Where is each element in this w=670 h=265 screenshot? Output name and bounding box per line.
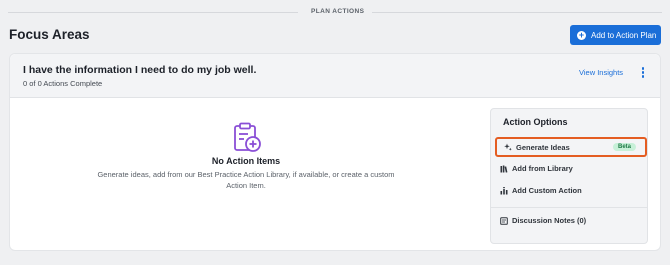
section-header: PLAN ACTIONS xyxy=(0,0,670,22)
generate-ideas-label: Generate Ideas xyxy=(516,142,570,152)
action-options-panel: Action Options Generate Ideas Beta Add f… xyxy=(490,108,648,244)
page-title: Focus Areas xyxy=(9,27,90,42)
more-options-icon[interactable] xyxy=(640,67,646,79)
focus-area-title: I have the information I need to do my j… xyxy=(23,64,257,76)
notes-icon xyxy=(500,216,508,225)
add-from-library-label: Add from Library xyxy=(512,164,573,173)
generate-ideas-button[interactable]: Generate Ideas Beta xyxy=(495,137,647,157)
action-options-title: Action Options xyxy=(503,117,568,127)
clipboard-add-icon xyxy=(229,120,263,154)
view-insights-link[interactable]: View Insights xyxy=(579,68,623,77)
add-from-library-button[interactable]: Add from Library xyxy=(500,164,573,173)
sparkle-icon xyxy=(504,143,512,151)
focus-area-header: I have the information I need to do my j… xyxy=(10,54,660,98)
empty-state-description: Generate ideas, add from our Best Practi… xyxy=(97,170,395,190)
add-custom-action-label: Add Custom Action xyxy=(512,186,582,195)
beta-badge: Beta xyxy=(612,143,636,151)
plus-icon: + xyxy=(577,29,586,40)
discussion-notes-button[interactable]: Discussion Notes (0) xyxy=(500,216,586,225)
discussion-notes-label: Discussion Notes (0) xyxy=(512,216,587,225)
library-icon xyxy=(500,165,508,173)
empty-state-title: No Action Items xyxy=(211,156,281,166)
divider xyxy=(8,12,298,13)
custom-action-icon xyxy=(500,186,508,194)
add-to-action-plan-label: Add to Action Plan xyxy=(591,30,657,40)
divider xyxy=(372,12,662,13)
progress-text: 0 of 0 Actions Complete xyxy=(23,79,103,88)
empty-state: No Action Items Generate ideas, add from… xyxy=(70,120,422,191)
focus-area-card: I have the information I need to do my j… xyxy=(9,53,661,251)
add-to-action-plan-button[interactable]: + Add to Action Plan xyxy=(570,25,661,45)
divider xyxy=(491,207,647,208)
section-label: PLAN ACTIONS xyxy=(311,8,365,15)
add-custom-action-button[interactable]: Add Custom Action xyxy=(500,186,582,195)
